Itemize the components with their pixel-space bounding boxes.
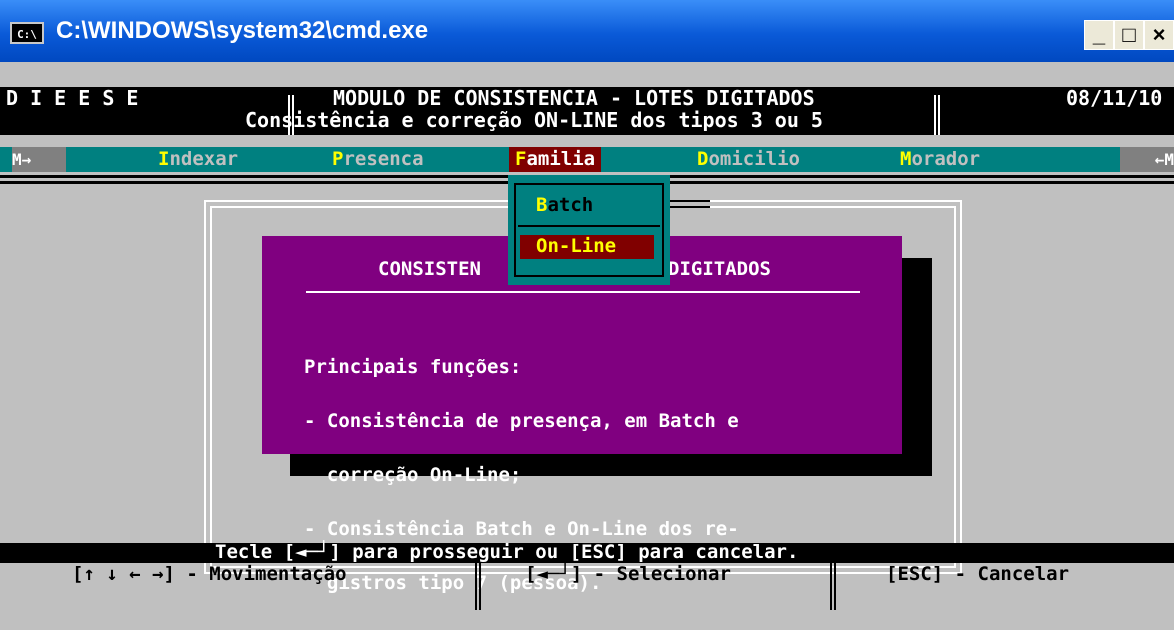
close-button[interactable]: × xyxy=(1144,20,1174,50)
menu-item-presenca[interactable]: Presenca xyxy=(332,148,424,170)
footer-prompt-bar: Tecle [◄─┘] para prosseguir ou [ESC] par… xyxy=(0,541,1174,563)
maximize-button[interactable]: □ xyxy=(1114,20,1144,50)
module-title: MODULO DE CONSISTENCIA - LOTES DIGITADOS xyxy=(333,86,815,110)
minimize-button[interactable]: _ xyxy=(1084,20,1114,50)
hint-select: [◄─┘] - Selecionar xyxy=(525,563,731,585)
info-box-title-left: CONSISTEN xyxy=(378,258,481,280)
info-line: - Consistência de presença, em Batch e xyxy=(304,410,739,432)
submenu-item-online[interactable]: On-Line xyxy=(520,235,654,259)
window-title: C:\WINDOWS\system32\cmd.exe xyxy=(56,17,429,44)
window-titlebar: C:\ C:\WINDOWS\system32\cmd.exe _ □ × xyxy=(0,0,1174,62)
frame-joint xyxy=(670,206,710,208)
submenu-item-batch[interactable]: Batch xyxy=(536,194,593,216)
app-name: D I E E S E xyxy=(6,86,139,110)
date-label: 08/11/10 xyxy=(1066,86,1163,110)
menu-right-arrow[interactable]: ←M xyxy=(1120,147,1174,172)
info-line: Principais funções: xyxy=(304,356,522,378)
info-line: - Consistência Batch e On-Line dos re- xyxy=(304,518,739,540)
header-bar: D I E E S E MODULO DE CONSISTENCIA - LOT… xyxy=(0,86,1174,135)
header-separator xyxy=(934,95,940,135)
submenu-divider xyxy=(518,225,660,227)
info-box-title-right: DIGITADOS xyxy=(668,258,771,280)
menu-item-morador[interactable]: Morador xyxy=(900,148,980,170)
hint-movement: [↑ ↓ ← →] - Movimentação xyxy=(72,563,347,585)
info-line: correção On-Line; xyxy=(304,464,522,486)
cmd-icon: C:\ xyxy=(10,22,44,44)
subtitle: Consistência e correção ON-LINE dos tipo… xyxy=(245,108,823,132)
hint-cancel: [ESC] - Cancelar xyxy=(886,563,1070,585)
menu-bar: M→ Indexar Presenca Familia Domicilio Mo… xyxy=(0,147,1174,172)
footer-separator xyxy=(475,563,481,610)
info-box-rule xyxy=(306,291,860,293)
menu-item-domicilio[interactable]: Domicilio xyxy=(697,148,800,170)
submenu-panel: Batch On-Line xyxy=(508,175,670,285)
menu-item-indexar[interactable]: Indexar xyxy=(158,148,238,170)
footer-prompt: Tecle [◄─┘] para prosseguir ou [ESC] par… xyxy=(215,541,799,563)
menu-left-arrow[interactable]: M→ xyxy=(12,147,66,172)
frame-joint xyxy=(670,200,710,202)
footer-separator xyxy=(830,563,836,610)
menu-item-familia[interactable]: Familia xyxy=(509,147,602,172)
console-area: D I E E S E MODULO DE CONSISTENCIA - LOT… xyxy=(0,62,1174,610)
